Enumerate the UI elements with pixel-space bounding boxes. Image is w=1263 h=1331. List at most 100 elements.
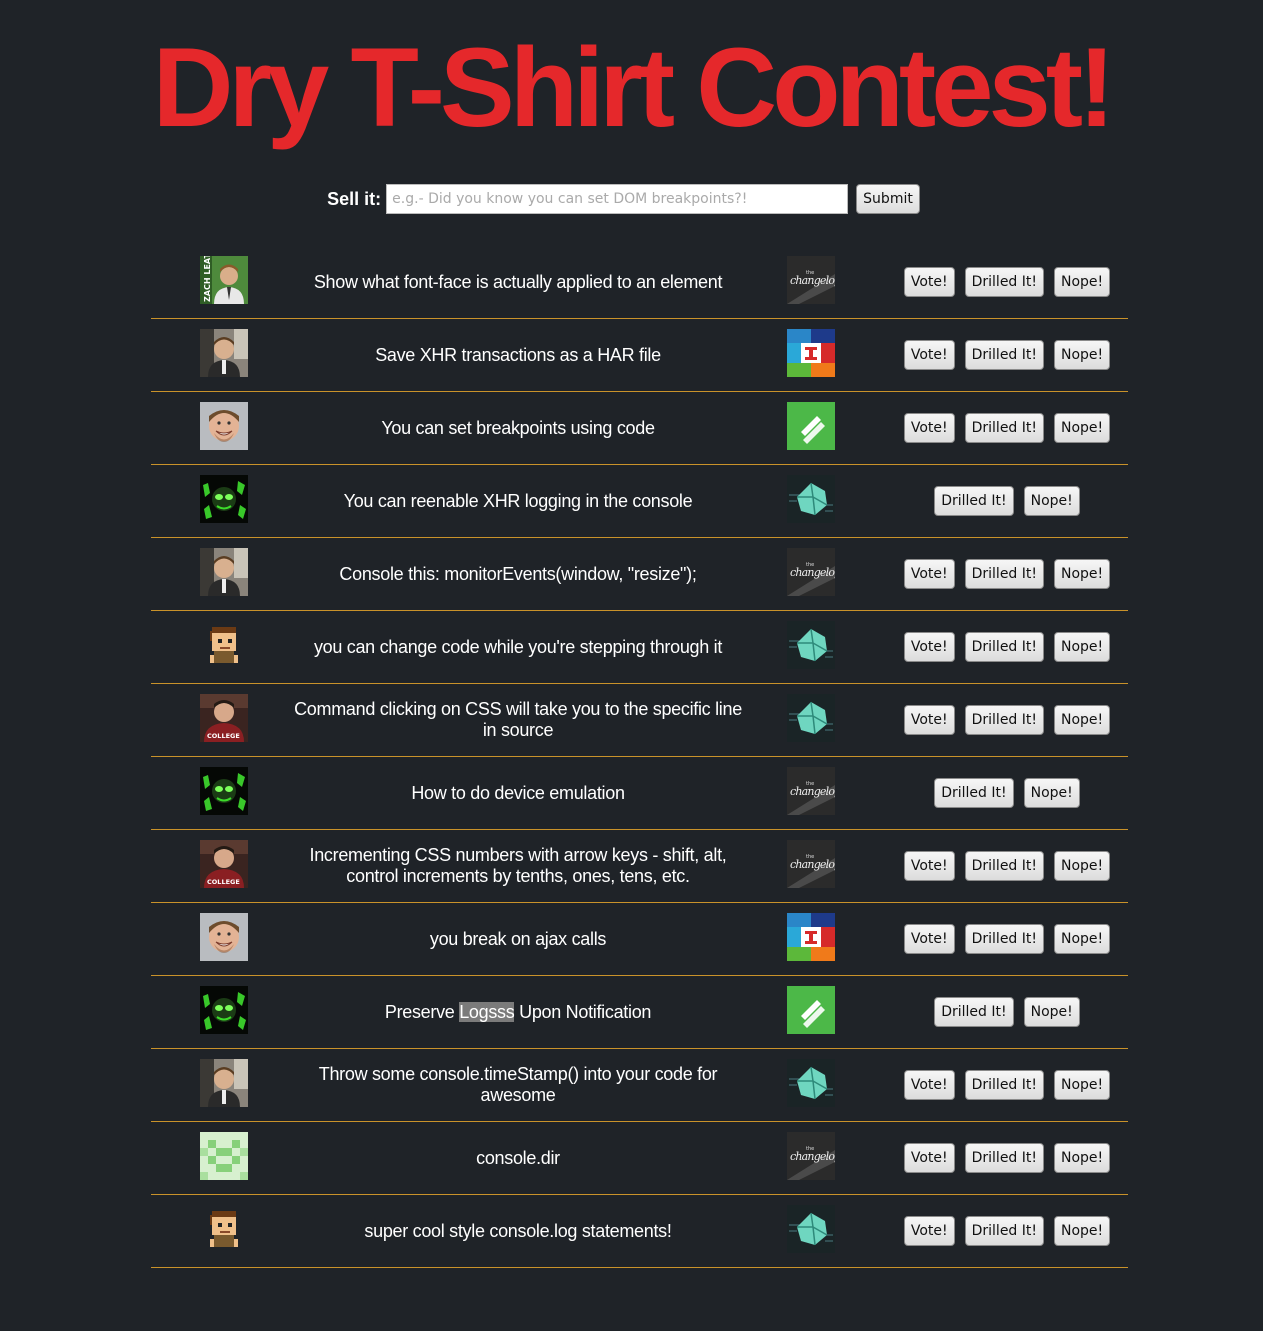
vote-button[interactable]: Vote!	[903, 413, 955, 443]
tip-actions: Vote! Drilled It! Nope!	[886, 1195, 1128, 1267]
tip-row: Throw some console.timeStamp() into your…	[151, 1049, 1128, 1122]
tip-text-after: Upon Notification	[514, 1001, 652, 1022]
nope-button[interactable]: Nope!	[1023, 997, 1080, 1027]
nope-button[interactable]: Nope!	[1054, 1070, 1111, 1100]
college-guy-avatar: COLLEGE	[200, 694, 248, 742]
nope-button[interactable]: Nope!	[1054, 851, 1111, 881]
tip-text-content: you can change code while you're steppin…	[313, 636, 723, 657]
blocks-logo-icon	[787, 913, 835, 961]
tip-text-content: How to do device emulation	[411, 782, 625, 803]
vote-button[interactable]: Vote!	[903, 1143, 955, 1173]
changelog-icon: thechangelog	[787, 840, 835, 888]
tip-text-content: You can set breakpoints using code	[381, 417, 655, 438]
nope-button[interactable]: Nope!	[1054, 632, 1111, 662]
tip-row: You can reenable XHR logging in the cons…	[151, 465, 1128, 538]
pixel-character-avatar	[200, 1205, 248, 1253]
nope-button[interactable]: Nope!	[1023, 778, 1080, 808]
submit-button[interactable]: Submit	[856, 184, 920, 214]
tip-row: You can set breakpoints using code Vote! D…	[151, 392, 1128, 465]
tip-actions: Vote! Drilled It! Nope!	[886, 903, 1128, 975]
drilled-it-button[interactable]: Drilled It!	[964, 632, 1044, 662]
vote-button[interactable]: Vote!	[903, 632, 955, 662]
tip-actions: Vote! Drilled It! Nope!	[886, 684, 1128, 756]
tip-text-content: Incrementing CSS numbers with arrow keys…	[309, 845, 727, 886]
drilled-it-button[interactable]: Drilled It!	[964, 924, 1044, 954]
drilled-it-button[interactable]: Drilled It!	[964, 705, 1044, 735]
webcam-guy-avatar	[200, 1059, 248, 1107]
green-hacker-avatar	[200, 986, 248, 1034]
svg-text:changelog: changelog	[790, 566, 835, 579]
drilled-it-button[interactable]: Drilled It!	[964, 1070, 1044, 1100]
svg-text:changelog: changelog	[790, 274, 835, 287]
tip-text-content: You can reenable XHR logging in the cons…	[343, 490, 693, 511]
nope-button[interactable]: Nope!	[1054, 1216, 1111, 1246]
tip-text-highlight: Logsss	[459, 1001, 515, 1022]
green-pixel-pattern-avatar	[200, 1132, 248, 1180]
tip-actions: Drilled It! Nope!	[886, 757, 1128, 829]
tip-text: Throw some console.timeStamp() into your…	[289, 1049, 747, 1121]
crystal-logo-icon	[787, 1059, 835, 1107]
nope-button[interactable]: Nope!	[1054, 705, 1111, 735]
crystal-logo-icon	[787, 475, 835, 523]
tip-text-before: Preserve	[384, 1001, 460, 1022]
tip-text: You can reenable XHR logging in the cons…	[289, 465, 747, 537]
vote-button[interactable]: Vote!	[903, 1070, 955, 1100]
green-hacker-avatar	[200, 767, 248, 815]
vote-button[interactable]: Vote!	[903, 705, 955, 735]
vote-button[interactable]: Vote!	[903, 559, 955, 589]
drilled-it-button[interactable]: Drilled It!	[934, 997, 1014, 1027]
drilled-it-button[interactable]: Drilled It!	[934, 486, 1014, 516]
tip-text: console.dir	[289, 1122, 747, 1194]
tip-input[interactable]	[386, 184, 849, 214]
svg-text:changelog: changelog	[790, 1150, 835, 1163]
crystal-logo-icon	[787, 1205, 835, 1253]
green-hacker-avatar	[200, 475, 248, 523]
vote-button[interactable]: Vote!	[903, 851, 955, 881]
nope-button[interactable]: Nope!	[1054, 340, 1111, 370]
svg-text:changelog: changelog	[790, 785, 835, 798]
tip-row: Console this: monitorEvents(window, "res…	[151, 538, 1128, 611]
page-title: Dry T-Shirt Contest!	[152, 25, 1116, 150]
tip-text-content: you break on ajax calls	[429, 928, 607, 949]
tip-row: you break on ajax calls Vote! Drilled It! N…	[151, 903, 1128, 976]
zach-leat-avatar: ZACH LEAT	[200, 256, 248, 304]
green-logo-icon	[787, 986, 835, 1034]
tip-actions: Vote! Drilled It! Nope!	[886, 246, 1128, 318]
tip-text: How to do device emulation	[289, 757, 747, 829]
tip-actions: Vote! Drilled It! Nope!	[886, 1122, 1128, 1194]
smiling-man-avatar	[200, 913, 248, 961]
sell-form: Sell it: Submit	[0, 184, 1263, 214]
crystal-logo-icon	[787, 621, 835, 669]
tip-text: You can set breakpoints using code	[289, 392, 747, 464]
nope-button[interactable]: Nope!	[1054, 1143, 1111, 1173]
tip-text: you break on ajax calls	[289, 903, 747, 975]
vote-button[interactable]: Vote!	[903, 267, 955, 297]
nope-button[interactable]: Nope!	[1054, 413, 1111, 443]
tips-list: ZACH LEAT Show what font-face is actually…	[151, 246, 1128, 1268]
tip-actions: Vote! Drilled It! Nope!	[886, 538, 1128, 610]
drilled-it-button[interactable]: Drilled It!	[964, 340, 1044, 370]
drilled-it-button[interactable]: Drilled It!	[964, 1216, 1044, 1246]
tip-row: console.dir thechangelog Vote! Drilled It! N…	[151, 1122, 1128, 1195]
tip-actions: Vote! Drilled It! Nope!	[886, 830, 1128, 902]
nope-button[interactable]: Nope!	[1023, 486, 1080, 516]
tip-text: Preserve Logsss Upon Notification	[289, 976, 747, 1048]
tip-row: super cool style console.log statements!…	[151, 1195, 1128, 1268]
drilled-it-button[interactable]: Drilled It!	[964, 267, 1044, 297]
nope-button[interactable]: Nope!	[1054, 267, 1111, 297]
vote-button[interactable]: Vote!	[903, 924, 955, 954]
vote-button[interactable]: Vote!	[903, 340, 955, 370]
nope-button[interactable]: Nope!	[1054, 559, 1111, 589]
crystal-logo-icon	[787, 694, 835, 742]
drilled-it-button[interactable]: Drilled It!	[934, 778, 1014, 808]
tip-actions: Drilled It! Nope!	[886, 976, 1128, 1048]
vote-button[interactable]: Vote!	[903, 1216, 955, 1246]
drilled-it-button[interactable]: Drilled It!	[964, 413, 1044, 443]
drilled-it-button[interactable]: Drilled It!	[964, 851, 1044, 881]
drilled-it-button[interactable]: Drilled It!	[964, 559, 1044, 589]
nope-button[interactable]: Nope!	[1054, 924, 1111, 954]
drilled-it-button[interactable]: Drilled It!	[964, 1143, 1044, 1173]
tip-text-content: Preserve Logsss Upon Notification	[384, 1001, 652, 1023]
tip-text: Command clicking on CSS will take you to…	[289, 684, 747, 756]
tip-actions: Vote! Drilled It! Nope!	[886, 1049, 1128, 1121]
